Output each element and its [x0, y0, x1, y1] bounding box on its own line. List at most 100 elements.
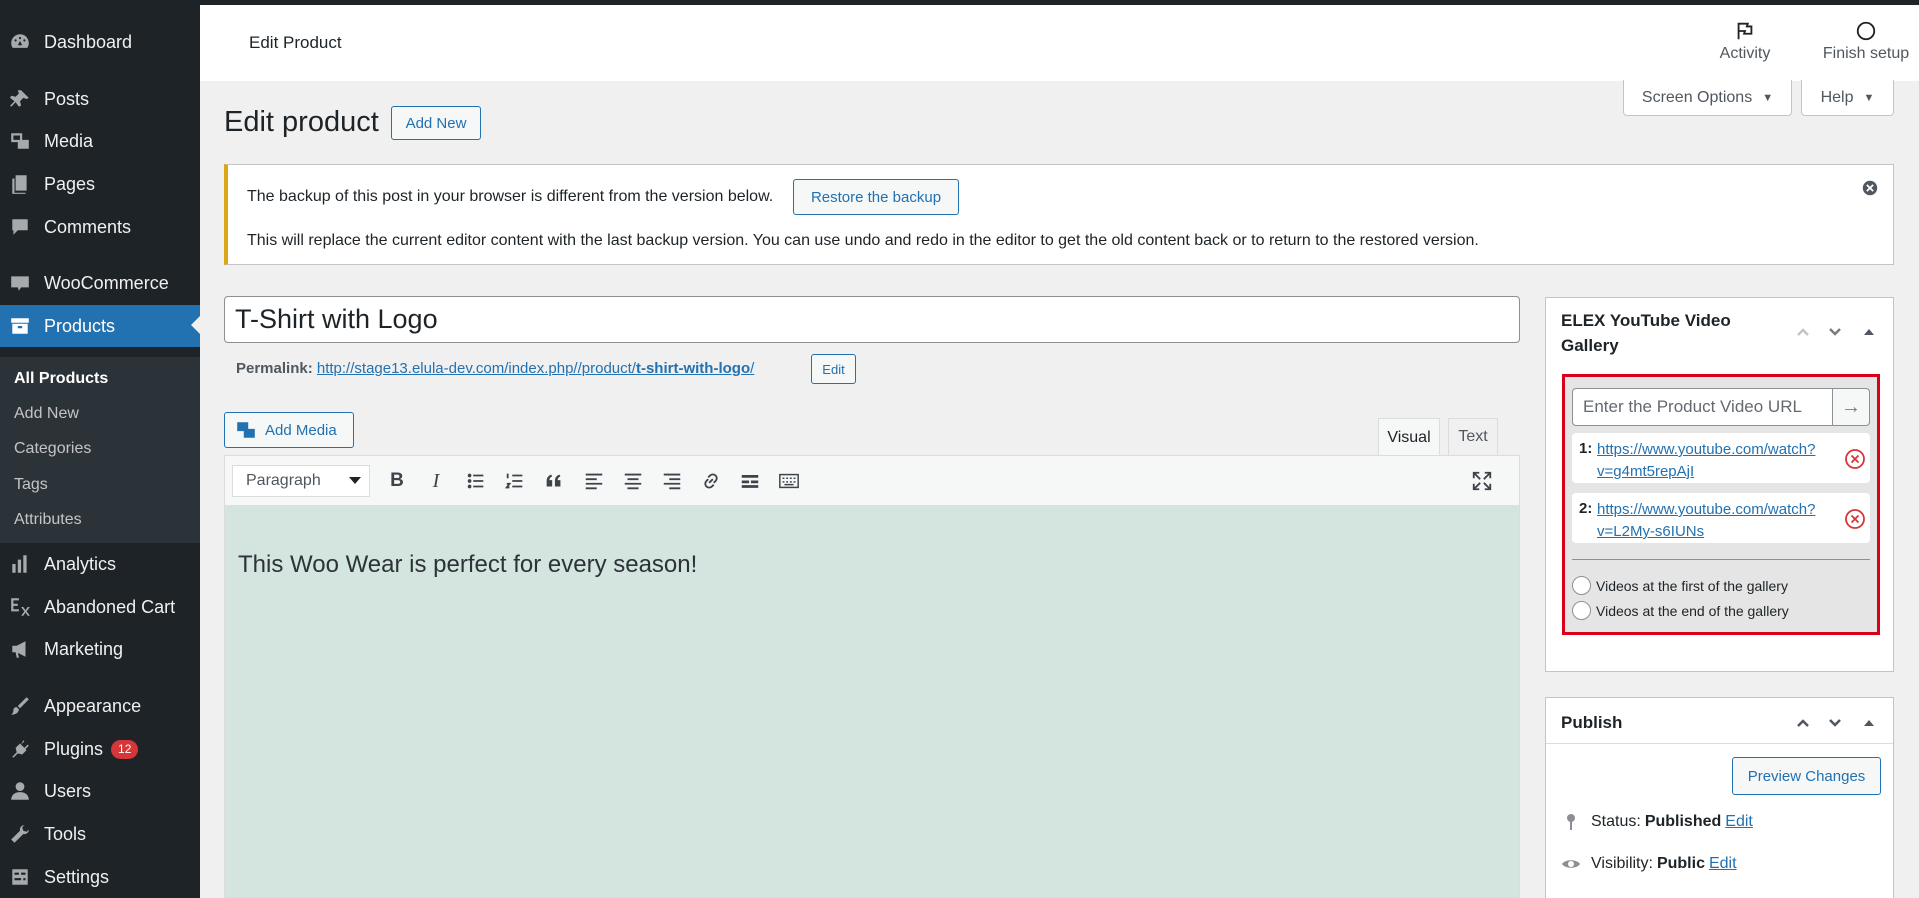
- option-label: Videos at the end of the gallery: [1596, 602, 1789, 619]
- italic-icon[interactable]: I: [423, 468, 449, 494]
- media-icon: [9, 130, 31, 152]
- sidebar-item-analytics[interactable]: Analytics: [0, 544, 200, 584]
- pin-icon: [9, 88, 31, 110]
- caret-down-icon: ▼: [1863, 91, 1875, 104]
- bold-icon[interactable]: B: [384, 468, 410, 494]
- collapse-toggle-icon[interactable]: [1859, 322, 1879, 342]
- video-url-input[interactable]: Enter the Product Video URL: [1572, 388, 1833, 426]
- sidebar-item-label: Tools: [44, 823, 87, 844]
- sidebar-item-dashboard[interactable]: Dashboard: [0, 22, 200, 62]
- sidebar-item-label: WooCommerce: [44, 272, 169, 293]
- quote-icon[interactable]: [541, 468, 567, 494]
- megaphone-icon: [9, 638, 31, 660]
- status-value: Published: [1644, 813, 1722, 830]
- chevron-up-icon[interactable]: [1793, 322, 1813, 342]
- sidebar-item-label: Products: [44, 315, 116, 336]
- status-edit-link[interactable]: Edit: [1725, 813, 1753, 831]
- submenu-add-new[interactable]: Add New: [14, 405, 79, 423]
- video-link[interactable]: https://www.youtube.com/watch?v=g4mt5rep…: [1597, 439, 1847, 483]
- chevron-up-icon[interactable]: [1793, 713, 1813, 733]
- visibility-edit-link[interactable]: Edit: [1709, 855, 1737, 873]
- plugin-icon: [9, 738, 31, 760]
- sidebar-item-label: Dashboard: [44, 31, 133, 52]
- progress-circle-icon: [1816, 17, 1916, 45]
- align-right-icon[interactable]: [659, 468, 685, 494]
- sidebar-item-pages[interactable]: Pages: [0, 164, 200, 204]
- sidebar-item-appearance[interactable]: Appearance: [0, 686, 200, 726]
- sidebar-item-settings[interactable]: Settings: [0, 857, 200, 897]
- fullscreen-icon[interactable]: [1469, 468, 1495, 494]
- align-left-icon[interactable]: [581, 468, 607, 494]
- sidebar-item-label: Plugins: [44, 738, 104, 759]
- tab-visual[interactable]: Visual: [1378, 418, 1440, 456]
- keyboard-icon[interactable]: [776, 468, 802, 494]
- video-url-panel: Enter the Product Video URL → 1: https:/…: [1562, 374, 1880, 635]
- sidebar-item-label: Pages: [44, 173, 96, 194]
- collapse-toggle-icon[interactable]: [1859, 713, 1879, 733]
- screen-options-button[interactable]: Screen Options ▼: [1623, 80, 1792, 116]
- sidebar-item-abandoned-cart[interactable]: Abandoned Cart: [0, 587, 200, 627]
- notice-message: The backup of this post in your browser …: [247, 188, 774, 205]
- sidebar-item-tools[interactable]: Tools: [0, 814, 200, 854]
- submenu-all-products[interactable]: All Products: [14, 370, 108, 388]
- format-select[interactable]: Paragraph: [232, 465, 370, 497]
- sidebar-item-users[interactable]: Users: [0, 771, 200, 811]
- product-title-input[interactable]: T-Shirt with Logo: [224, 296, 1520, 343]
- page-title: Edit product: [224, 106, 379, 138]
- flag-icon: [1710, 17, 1780, 45]
- sidebar-item-comments[interactable]: Comments: [0, 207, 200, 247]
- elex-icon: [9, 596, 31, 618]
- chevron-down-icon[interactable]: [1825, 713, 1845, 733]
- submenu-attributes[interactable]: Attributes: [14, 511, 82, 529]
- option-videos-first[interactable]: Videos at the first of the gallery: [1572, 576, 1788, 595]
- dashboard-icon: [9, 31, 31, 53]
- status-row: Status: Published Edit: [1561, 812, 1753, 832]
- sidebar-item-plugins[interactable]: Plugins 12: [0, 729, 200, 769]
- chevron-down-icon: [349, 477, 361, 490]
- tab-text[interactable]: Text: [1448, 418, 1498, 455]
- numbered-list-icon[interactable]: [502, 468, 528, 494]
- radio-button[interactable]: [1572, 576, 1591, 595]
- chevron-down-icon[interactable]: [1825, 322, 1845, 342]
- sidebar-item-products[interactable]: Products: [0, 305, 200, 347]
- permalink-label: Permalink:: [236, 360, 313, 377]
- sidebar-item-label: Marketing: [44, 638, 124, 659]
- help-button[interactable]: Help ▼: [1801, 80, 1894, 116]
- activity-button[interactable]: Activity: [1710, 17, 1780, 63]
- bar-chart-icon: [9, 553, 31, 575]
- link-icon[interactable]: [698, 468, 724, 494]
- divider: [1546, 743, 1893, 744]
- sidebar-item-woocommerce[interactable]: WooCommerce: [0, 263, 200, 303]
- sidebar-item-media[interactable]: Media: [0, 121, 200, 161]
- restore-backup-button[interactable]: Restore the backup: [793, 179, 959, 215]
- preview-changes-button[interactable]: Preview Changes: [1732, 757, 1881, 795]
- pages-icon: [9, 173, 31, 195]
- permalink-edit-button[interactable]: Edit: [811, 354, 856, 384]
- read-more-icon[interactable]: [737, 468, 763, 494]
- pin-icon: [1567, 814, 1575, 830]
- option-videos-end[interactable]: Videos at the end of the gallery: [1572, 601, 1789, 620]
- editor-content-text: This Woo Wear is perfect for every seaso…: [238, 551, 698, 578]
- submenu-categories[interactable]: Categories: [14, 440, 91, 458]
- submenu-tags[interactable]: Tags: [14, 476, 48, 494]
- visibility-row: Visibility: Public Edit: [1561, 854, 1737, 874]
- permalink-tail: /: [750, 360, 755, 377]
- radio-button[interactable]: [1572, 601, 1591, 620]
- remove-video-icon[interactable]: [1844, 448, 1866, 470]
- editor-content-area[interactable]: This Woo Wear is perfect for every seaso…: [224, 505, 1520, 898]
- add-media-label: Add Media: [265, 421, 337, 439]
- remove-video-icon[interactable]: [1844, 508, 1866, 530]
- bullet-list-icon[interactable]: [463, 468, 489, 494]
- add-video-button[interactable]: →: [1832, 388, 1870, 426]
- video-number: 2:: [1579, 500, 1593, 517]
- sidebar-item-posts[interactable]: Posts: [0, 79, 200, 119]
- dismiss-icon[interactable]: [1861, 179, 1879, 197]
- add-new-button[interactable]: Add New: [391, 106, 481, 140]
- finish-setup-button[interactable]: Finish setup: [1816, 17, 1916, 63]
- sidebar-item-marketing[interactable]: Marketing: [0, 629, 200, 669]
- permalink-row: Permalink: http://stage13.elula-dev.com/…: [236, 360, 754, 377]
- add-media-button[interactable]: Add Media: [224, 412, 354, 448]
- align-center-icon[interactable]: [620, 468, 646, 494]
- permalink-link[interactable]: http://stage13.elula-dev.com/index.php//…: [317, 360, 754, 377]
- video-link[interactable]: https://www.youtube.com/watch?v=L2My-s6I…: [1597, 499, 1847, 543]
